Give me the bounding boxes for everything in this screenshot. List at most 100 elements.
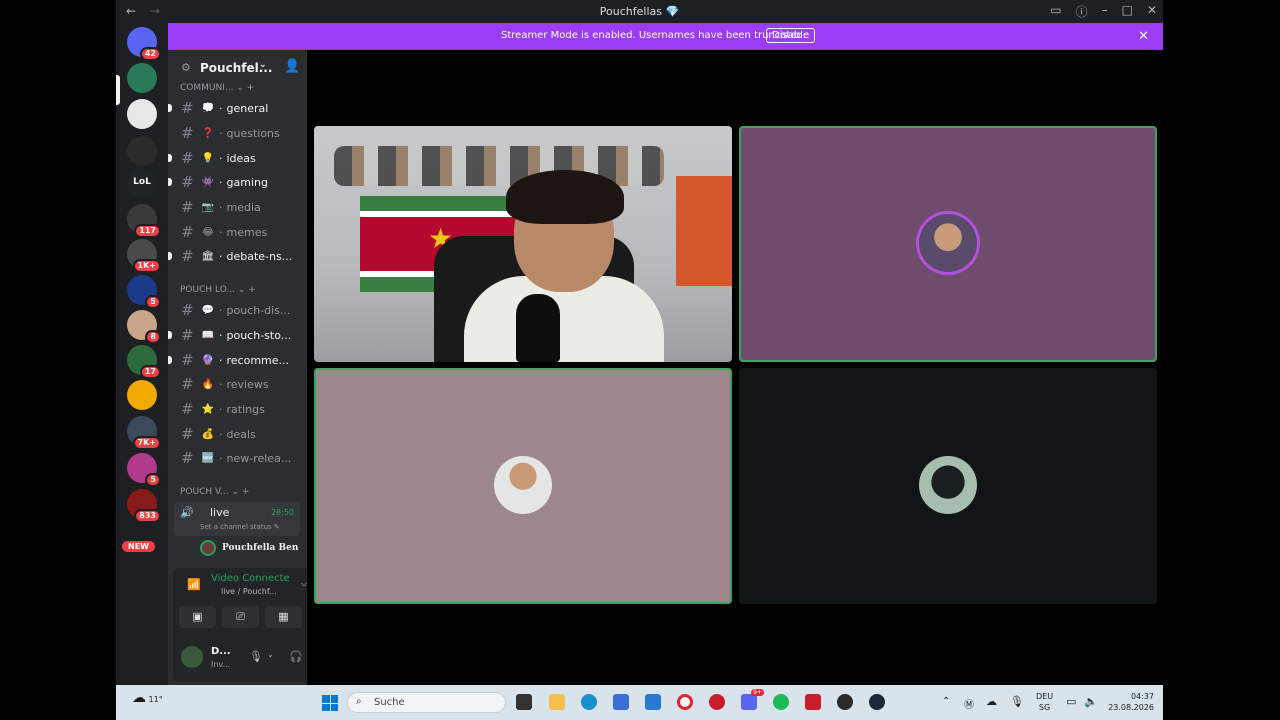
channel-item[interactable]: # 💭 · general [181, 98, 303, 118]
weather-widget[interactable]: ☁ 11° [132, 690, 163, 706]
channel-name: ratings [226, 402, 265, 416]
channel-emoji: 📷 [201, 201, 215, 213]
camera-off-button[interactable]: ▣ [179, 606, 216, 628]
mention-badge: 17 [139, 365, 161, 379]
inbox-icon[interactable]: ▭ [1050, 3, 1061, 20]
edge-icon[interactable] [581, 694, 597, 710]
headphones-icon[interactable]: 🎧 [289, 650, 303, 663]
server-icon[interactable]: LoL [127, 168, 157, 198]
maximize-button[interactable]: □ [1122, 3, 1133, 20]
screen-share-button[interactable]: ⎚ [222, 606, 259, 628]
spotify-icon[interactable] [773, 694, 789, 710]
video-tile-user-4[interactable] [739, 368, 1157, 604]
cloud-icon[interactable]: ☁ [986, 695, 997, 708]
activities-button[interactable]: ▦ [265, 606, 302, 628]
add-channel-icon[interactable]: ⌄ + [235, 285, 256, 295]
hashtag-icon: # [181, 375, 194, 393]
server-icon[interactable]: 42 [127, 27, 161, 61]
server-header[interactable]: ⚙ Pouchfel... ⌄ 👤 [168, 50, 307, 86]
volume-icon[interactable]: 🔈 [1084, 695, 1098, 708]
app-red2-icon[interactable] [805, 694, 821, 710]
new-server-badge[interactable]: NEW [122, 541, 155, 552]
channel-item[interactable]: # ⭐ · ratings [181, 399, 303, 419]
steam-icon[interactable] [869, 694, 885, 710]
clock[interactable]: 04:37 23.08.2026 [1106, 691, 1154, 713]
voice-member[interactable]: Pouchfella Ben [200, 540, 298, 556]
server-icon[interactable] [127, 99, 157, 129]
file-explorer-icon[interactable] [549, 694, 565, 710]
channel-item[interactable]: # 😂 · memes [181, 222, 303, 242]
server-icon[interactable]: 833 [127, 489, 161, 523]
channel-category[interactable]: POUCH LO... ⌄ + [180, 285, 256, 295]
server-icon[interactable] [127, 380, 157, 410]
channel-category[interactable]: COMMUNI... ⌄ + [180, 83, 254, 93]
mail-icon[interactable] [645, 694, 661, 710]
tray-app-icon[interactable]: Ⓜ [964, 696, 974, 711]
voice-status[interactable]: Video Connecte [211, 573, 289, 584]
server-icon[interactable] [127, 136, 157, 166]
task-view-icon[interactable] [516, 694, 532, 710]
voice-location[interactable]: live / Pouchf... [221, 587, 277, 596]
server-icon[interactable]: 8 [127, 310, 161, 344]
channel-item[interactable]: # ❓ · questions [181, 123, 303, 143]
channel-item[interactable]: # 💬 · pouch-dis... [181, 300, 303, 320]
hat-shelf [334, 146, 664, 186]
server-icon[interactable] [127, 63, 157, 93]
channel-item[interactable]: # 🔮 · recomme... [181, 350, 303, 370]
start-button[interactable] [322, 695, 338, 711]
help-icon[interactable]: ⓘ [1076, 3, 1088, 20]
server-icon[interactable]: 117 [127, 204, 161, 238]
app-dark-icon[interactable] [837, 694, 853, 710]
channel-item[interactable]: # 💰 · deals [181, 424, 303, 444]
video-tile-user-2[interactable] [739, 126, 1157, 362]
channel-name: general [226, 101, 269, 115]
microphone [516, 294, 560, 362]
channel-item[interactable]: # 🔥 · reviews [181, 374, 303, 394]
channel-category[interactable]: POUCH V... ⌄ + [180, 487, 249, 497]
search-box[interactable]: ⌕ Suche [347, 692, 506, 713]
separator-dot: · [219, 328, 223, 342]
channel-item[interactable]: # 💡 · ideas [181, 148, 303, 168]
channel-emoji: 💡 [201, 152, 215, 164]
opera-icon[interactable] [677, 694, 693, 710]
microphone-icon[interactable]: 🎙 [249, 650, 263, 663]
channel-name: reviews [226, 377, 269, 391]
server-icon[interactable]: 17 [127, 345, 161, 379]
microphone-tray-icon[interactable]: 🎙 [1010, 695, 1024, 708]
chevron-up-icon[interactable]: ⌃ [942, 696, 950, 707]
display-icon[interactable]: ▭ [1066, 695, 1076, 708]
add-channel-icon[interactable]: ⌄ + [229, 487, 249, 497]
chevron-down-icon[interactable]: ⌄ [267, 650, 274, 659]
channel-item[interactable]: # 📷 · media [181, 197, 303, 217]
minimize-button[interactable]: – [1102, 3, 1108, 20]
input-language[interactable]: DEU SG [1036, 691, 1053, 713]
video-tile-camera[interactable]: ★ [314, 126, 732, 362]
channel-item[interactable]: # 🆕 · new-relea... [181, 448, 303, 468]
channel-item[interactable]: # 📖 · pouch-sto... [181, 325, 303, 345]
avatar[interactable] [181, 646, 203, 668]
layout-code: SG [1038, 703, 1051, 712]
close-window-button[interactable]: ✕ [1147, 3, 1157, 20]
invite-people-icon[interactable]: 👤 [284, 59, 300, 74]
disable-streamer-button[interactable]: Disable [766, 28, 816, 43]
server-icon[interactable]: 1K+ [127, 239, 161, 273]
server-icon[interactable]: 7K+ [127, 416, 161, 450]
channel-item[interactable]: # 🏛 · debate-ns... [181, 246, 303, 266]
server-icon[interactable]: 5 [127, 275, 161, 309]
selected-server-pill [116, 75, 120, 105]
hashtag-icon: # [181, 326, 194, 344]
channel-status[interactable]: Set a channel status ✎ [200, 523, 280, 531]
server-icon[interactable]: 5 [127, 453, 161, 487]
app-red-icon[interactable] [709, 694, 725, 710]
separator-dot: · [219, 249, 223, 263]
discord-icon[interactable]: 9+ [741, 689, 764, 710]
separator-dot: · [219, 402, 223, 416]
voice-channel-live[interactable]: 🔊 live 28:50 Set a channel status ✎ [174, 502, 300, 536]
close-banner-icon[interactable]: ✕ [1138, 29, 1149, 44]
store-icon[interactable] [613, 694, 629, 710]
channel-item[interactable]: # 👾 · gaming [181, 172, 303, 192]
add-channel-icon[interactable]: ⌄ + [233, 83, 254, 93]
hashtag-icon: # [181, 400, 194, 418]
video-tile-user-3[interactable] [314, 368, 732, 604]
user-name[interactable]: D... [211, 646, 231, 657]
